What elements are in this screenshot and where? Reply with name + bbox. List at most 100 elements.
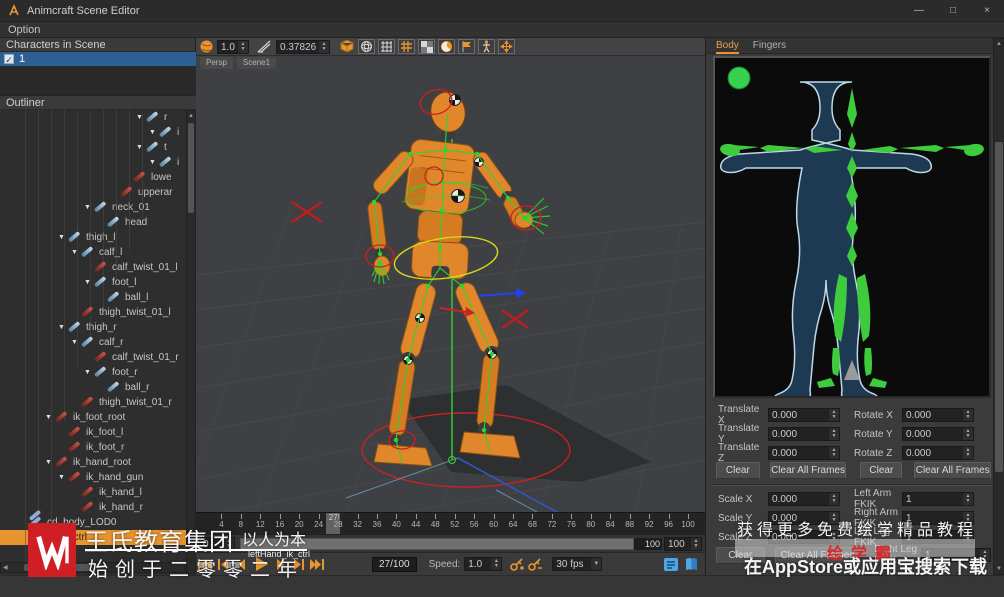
- frame-counter[interactable]: 27/100: [372, 557, 417, 572]
- library-book-icon[interactable]: [684, 557, 699, 572]
- value-spinner[interactable]: 0.000▲▼: [768, 492, 840, 506]
- spinner-arrows[interactable]: ▲▼: [829, 531, 839, 543]
- angle-snap-icon[interactable]: [256, 39, 273, 54]
- outliner-row[interactable]: ▼neck_01: [0, 200, 186, 215]
- spinner-arrows[interactable]: ▲▼: [238, 41, 248, 53]
- value-spinner[interactable]: 0.000▲▼: [768, 446, 840, 460]
- character-checkbox[interactable]: ✓: [4, 54, 14, 64]
- outliner-row[interactable]: ▼calf_r: [0, 335, 186, 350]
- prev-key-button[interactable]: [214, 555, 232, 573]
- go-end-button[interactable]: [308, 555, 326, 573]
- spinner-arrows[interactable]: ▲▼: [691, 538, 701, 550]
- spinner-arrows[interactable]: ▲▼: [963, 493, 973, 505]
- spinner-arrows[interactable]: ▲▼: [963, 428, 973, 440]
- value-spinner[interactable]: 0.000▲▼: [768, 427, 840, 441]
- outliner-row[interactable]: ▼i: [0, 155, 186, 170]
- range-end-spinner[interactable]: 100 ▲▼: [664, 537, 702, 551]
- value-spinner[interactable]: 0.000▲▼: [902, 427, 974, 441]
- scroll-up-icon[interactable]: ▲: [996, 39, 1002, 47]
- grid-icon[interactable]: [398, 39, 415, 54]
- view-tab-persp[interactable]: Persp: [200, 57, 233, 69]
- spinner-arrows[interactable]: ▲▼: [829, 447, 839, 459]
- outliner-row[interactable]: ik_foot_l: [0, 425, 186, 440]
- outliner-row[interactable]: ▼foot_l: [0, 275, 186, 290]
- outliner-row[interactable]: head: [0, 215, 186, 230]
- outliner-row[interactable]: ik_hand_r: [0, 500, 186, 515]
- outliner-row[interactable]: calf_twist_01_r: [0, 350, 186, 365]
- scroll-down-icon[interactable]: ▼: [996, 566, 1002, 574]
- floor-grid-icon[interactable]: [378, 39, 395, 54]
- maximize-button[interactable]: □: [936, 0, 970, 22]
- value-spinner[interactable]: 0.000▲▼: [768, 408, 840, 422]
- timeline-ruler[interactable]: 27 4812162024283236404448525660646872768…: [196, 512, 705, 534]
- value-spinner[interactable]: 0.000▲▼: [902, 446, 974, 460]
- remove-key-icon[interactable]: [526, 555, 544, 573]
- outliner-hscrollbar[interactable]: ◀: [0, 562, 186, 573]
- cube-icon[interactable]: [339, 39, 355, 54]
- spinner-arrows[interactable]: ▲▼: [829, 512, 839, 524]
- right-scroll-thumb[interactable]: [995, 142, 1003, 472]
- value-spinner[interactable]: 0.000▲▼: [768, 511, 840, 525]
- outliner-row[interactable]: ▼i: [0, 125, 186, 140]
- tab-body[interactable]: Body: [716, 38, 739, 54]
- outliner-row[interactable]: calf_twist_01_l: [0, 260, 186, 275]
- outliner-row[interactable]: ball_r: [0, 380, 186, 395]
- spinner-arrows[interactable]: ▲▼: [963, 531, 973, 543]
- outliner-hscroll-thumb[interactable]: [24, 564, 90, 571]
- outliner-row[interactable]: ball_l: [0, 290, 186, 305]
- scroll-left-icon[interactable]: ◀: [1, 564, 10, 571]
- body-picker-figure[interactable]: [715, 58, 989, 396]
- outliner-row[interactable]: ▼calf_l: [0, 245, 186, 260]
- moon-icon[interactable]: [438, 39, 455, 54]
- outliner-row[interactable]: ik_hand_l: [0, 485, 186, 500]
- outliner-tree[interactable]: ▼r▼i▼t▼iloweupperar▼neck_01head▼thigh_l▼…: [0, 110, 186, 588]
- add-key-icon[interactable]: [508, 555, 526, 573]
- outliner-row[interactable]: ▼foot_r: [0, 365, 186, 380]
- speed-spinner[interactable]: 1.0 ▲▼: [464, 557, 502, 571]
- joint-icon[interactable]: [478, 39, 495, 54]
- spinner-arrows[interactable]: ▲▼: [829, 493, 839, 505]
- spinner-arrows[interactable]: ▲▼: [980, 549, 990, 561]
- right-panel-scrollbar[interactable]: ▲ ▼: [993, 38, 1004, 575]
- spinner-arrows[interactable]: ▲▼: [491, 558, 501, 570]
- value-spinner[interactable]: 1▲▼: [902, 492, 974, 506]
- wire-sphere-icon[interactable]: [358, 39, 375, 54]
- fkik-spinner[interactable]: 1 ▲▼: [921, 548, 991, 562]
- tab-fingers[interactable]: Fingers: [753, 38, 786, 54]
- translate-clear-all-button[interactable]: Clear All Frames: [770, 462, 847, 479]
- checker-icon[interactable]: [418, 39, 435, 54]
- shaded-sphere-icon[interactable]: [199, 39, 214, 54]
- scroll-up-icon[interactable]: ▲: [188, 111, 194, 119]
- expand-icon[interactable]: ▼: [149, 129, 160, 136]
- outliner-row[interactable]: ▼thigh_r: [0, 320, 186, 335]
- value-spinner[interactable]: 1▲▼: [902, 530, 974, 544]
- outliner-row[interactable]: lowe: [0, 170, 186, 185]
- minimize-button[interactable]: —: [902, 0, 936, 22]
- expand-icon[interactable]: ▼: [58, 474, 69, 481]
- expand-icon[interactable]: ▼: [84, 369, 95, 376]
- outliner-row[interactable]: ▼ik_foot_root: [0, 410, 186, 425]
- dropdown-icon[interactable]: ▼: [591, 558, 601, 570]
- range-start-spinner[interactable]: 0 ▲▼: [199, 537, 235, 551]
- outliner-row[interactable]: ik_foot_r: [0, 440, 186, 455]
- body-picker[interactable]: [713, 56, 991, 398]
- spinner-arrows[interactable]: ▲▼: [224, 538, 234, 550]
- menu-option[interactable]: Option: [0, 24, 48, 36]
- spinner-arrows[interactable]: ▲▼: [829, 428, 839, 440]
- outliner-row[interactable]: thigh_twist_01_r: [0, 395, 186, 410]
- fps-select[interactable]: 30 fps ▼: [552, 557, 602, 571]
- spinner-arrows[interactable]: ▲▼: [963, 512, 973, 524]
- title-bar[interactable]: Animcraft Scene Editor — □ ×: [0, 0, 1004, 22]
- outliner-vscroll-thumb[interactable]: [188, 123, 194, 213]
- outliner-row[interactable]: ▼r: [0, 110, 186, 125]
- outliner-row[interactable]: thigh_twist_01_l: [0, 305, 186, 320]
- spinner-arrows[interactable]: ▲▼: [963, 409, 973, 421]
- scale-clear-all-button[interactable]: Clear All Frames: [775, 547, 861, 564]
- spinner-arrows[interactable]: ▲▼: [963, 447, 973, 459]
- outliner-row[interactable]: cd_body_LOD0: [0, 515, 186, 530]
- view-tab-scene1[interactable]: Scene1: [237, 57, 276, 69]
- outliner-row[interactable]: ▼ik_hand_gun: [0, 470, 186, 485]
- characters-list[interactable]: ✓ 1: [0, 52, 196, 96]
- character-row[interactable]: ✓ 1: [0, 52, 196, 66]
- outliner-vscrollbar[interactable]: ▲: [186, 110, 196, 588]
